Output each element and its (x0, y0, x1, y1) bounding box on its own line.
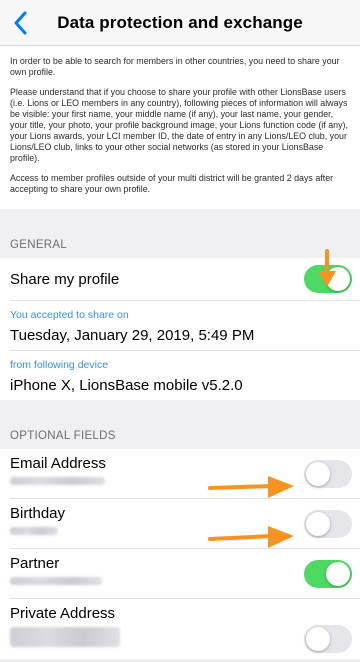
blurred-value (10, 627, 120, 647)
blurred-value (10, 577, 102, 585)
email-label: Email Address (10, 455, 106, 472)
arrow-right-icon (208, 476, 294, 498)
blurred-value (10, 477, 105, 485)
navigation-bar: Data protection and exchange (0, 0, 360, 46)
arrow-down-icon (318, 249, 336, 287)
accepted-label: You accepted to share on (10, 309, 129, 321)
section-header-optional: OPTIONAL FIELDS (0, 430, 360, 449)
birthday-label: Birthday (10, 505, 66, 522)
blurred-value (10, 527, 58, 535)
accepted-value: Tuesday, January 29, 2019, 5:49 PM (10, 327, 255, 344)
field-row-birthday: Birthday (0, 499, 360, 548)
section-gap (0, 400, 360, 430)
birthday-toggle[interactable] (304, 509, 352, 538)
email-toggle[interactable] (304, 459, 352, 488)
device-value: iPhone X, LionsBase mobile v5.2.0 (10, 377, 243, 394)
intro-paragraph-1: In order to be able to search for member… (10, 56, 340, 77)
section-gap (0, 209, 360, 239)
share-profile-label: Share my profile (10, 270, 120, 288)
intro-text: In order to be able to search for member… (0, 46, 360, 209)
field-row-email: Email Address (0, 449, 360, 498)
private-address-toggle[interactable] (304, 625, 352, 653)
toggle-knob (306, 627, 330, 651)
toggle-knob (306, 461, 330, 486)
page-title: Data protection and exchange (57, 12, 303, 32)
partner-toggle[interactable] (304, 559, 352, 588)
intro-paragraph-3: Access to member profiles outside of you… (10, 173, 334, 194)
partner-label: Partner (10, 555, 60, 572)
device-label: from following device (10, 359, 109, 371)
share-profile-row: Share my profile (0, 258, 360, 300)
private-address-label: Private Address (10, 605, 116, 622)
intro-paragraph-2: Please understand that if you choose to … (10, 87, 348, 163)
back-button[interactable] (10, 10, 30, 36)
field-row-partner: Partner (0, 549, 360, 598)
device-info-row: from following device iPhone X, LionsBas… (0, 351, 360, 400)
section-header-general: GENERAL (0, 239, 360, 258)
toggle-knob (326, 561, 350, 586)
field-row-private-address: Private Address (0, 599, 360, 659)
accepted-info-row: You accepted to share on Tuesday, Januar… (0, 301, 360, 350)
chevron-left-icon (14, 11, 27, 35)
toggle-knob (306, 511, 330, 536)
arrow-right-icon (208, 526, 294, 548)
